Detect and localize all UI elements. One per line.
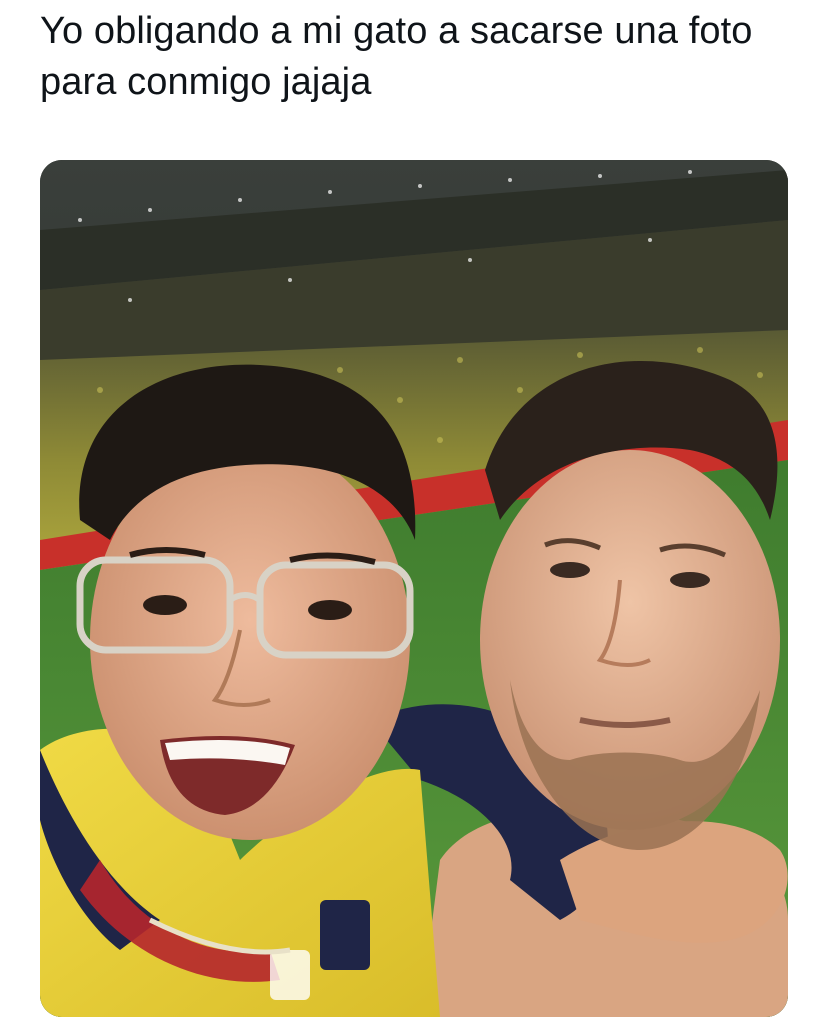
- selfie-photo: [40, 160, 788, 1017]
- tweet-text: Yo obligando a mi gato a sacarse una fot…: [40, 10, 753, 103]
- tweet-photo[interactable]: [40, 160, 788, 1017]
